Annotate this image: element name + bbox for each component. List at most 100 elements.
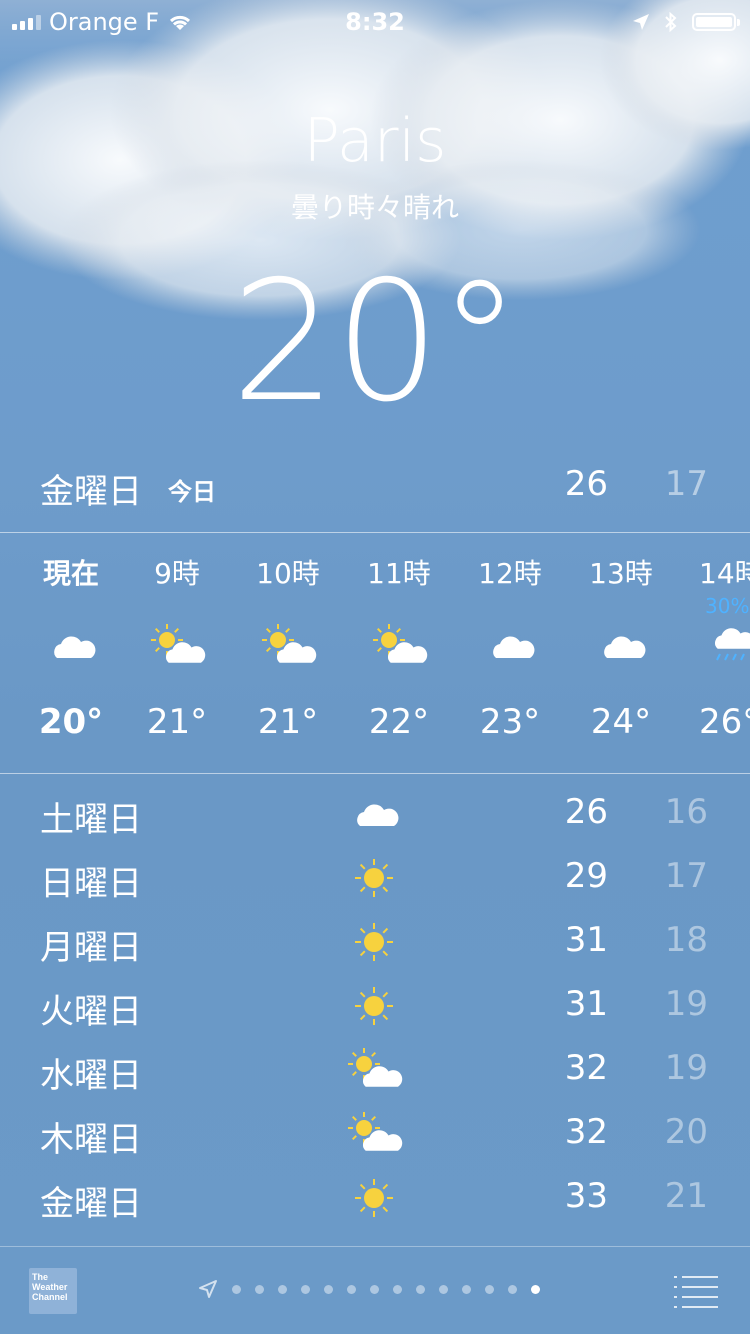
hour-item: 13時 24° [566,536,676,772]
sun-icon [344,1174,404,1222]
day-name: 火曜日 [40,992,142,1032]
day-row: 木曜日 32 20 [0,1102,750,1166]
city-name: Paris [303,106,447,176]
today-tag: 今日 [168,478,216,506]
sun-icon [344,854,404,902]
day-low: 19 [664,1048,708,1088]
cloud-icon [591,622,651,672]
page-dot[interactable] [278,1284,287,1294]
day-row: 日曜日 29 17 [0,846,750,910]
hour-item: 11時 22° [344,536,454,772]
day-row: 火曜日 31 19 [0,974,750,1038]
city-list-icon[interactable] [674,1273,720,1309]
hour-temp: 21° [146,702,208,742]
today-day: 金曜日 [40,472,142,512]
partly-sunny-icon [344,1046,404,1094]
battery-icon [692,13,740,31]
hour-item: 14時 30% 26° [677,536,750,772]
page-dot[interactable] [255,1284,264,1294]
day-row: 月曜日 31 18 [0,910,750,974]
page-dot[interactable] [324,1284,333,1294]
page-dot[interactable] [439,1284,448,1294]
page-dot[interactable] [416,1284,425,1294]
day-high: 29 [564,856,608,896]
page-dot[interactable] [301,1284,310,1294]
bluetooth-icon [665,11,677,33]
cloud-icon [480,622,540,672]
page-dot[interactable] [462,1284,471,1294]
status-right [632,0,740,44]
day-row: 水曜日 32 19 [0,1038,750,1102]
hour-temp: 24° [590,702,652,742]
day-high: 32 [564,1048,608,1088]
hour-item: 12時 23° [455,536,565,772]
current-temperature: 20° [230,246,521,439]
hour-label: 12時 [478,557,542,590]
hour-item: 10時 21° [233,536,343,772]
hour-temp: 20° [38,702,104,742]
day-name: 金曜日 [40,1184,142,1224]
rain-icon [702,622,750,672]
hourly-forecast[interactable]: 現在 20° 9時 21° 10時 21° 11時 22° 12時 23° 13… [0,536,750,772]
divider-bottom [0,773,750,774]
hour-precip: 30% [705,594,750,618]
page-dot[interactable] [485,1284,494,1294]
page-dot[interactable] [508,1284,517,1294]
hour-temp: 22° [368,702,430,742]
hour-item: 9時 21° [122,536,232,772]
day-low: 21 [664,1176,708,1216]
day-name: 水曜日 [40,1056,142,1096]
weather-channel-logo[interactable]: The Weather Channel [29,1268,77,1314]
day-high: 33 [564,1176,608,1216]
day-low: 18 [664,920,708,960]
sun-icon [344,982,404,1030]
day-row-partial [0,1230,750,1246]
page-dot[interactable] [232,1284,241,1294]
bottom-bar: The Weather Channel [0,1247,750,1334]
condition-text: 曇り時々晴れ [290,191,459,224]
day-high: 31 [564,920,608,960]
hour-temp: 26° [699,702,750,742]
page-dot[interactable] [347,1284,356,1294]
page-indicator[interactable] [198,1275,540,1303]
day-name: 月曜日 [40,928,142,968]
day-name: 日曜日 [40,864,142,904]
cloud-icon [41,622,101,672]
day-low: 20 [664,1112,708,1152]
partly-sunny-icon [258,622,318,672]
day-high: 32 [564,1112,608,1152]
partly-sunny-icon [147,622,207,672]
partly-sunny-icon [369,622,429,672]
hour-temp: 21° [257,702,319,742]
hour-label: 10時 [256,557,320,590]
day-low: 17 [664,856,708,896]
hour-label: 現在 [42,557,99,590]
partial-icon [344,1238,404,1246]
location-arrow-icon [633,14,649,30]
divider-top [0,532,750,533]
today-summary: 金曜日 今日 26 17 [0,458,750,518]
cloud-icon [344,790,404,838]
hour-label: 9時 [154,557,200,590]
hour-label: 13時 [589,557,653,590]
day-high: 31 [564,984,608,1024]
partly-sunny-icon [344,1110,404,1158]
hour-item: 現在 20° [16,536,126,772]
sun-icon [344,918,404,966]
hour-label: 11時 [367,557,431,590]
day-name: 木曜日 [40,1120,142,1160]
today-high: 26 [564,464,608,504]
day-row: 土曜日 26 16 [0,782,750,846]
day-low: 19 [664,984,708,1024]
day-low: 16 [664,792,708,832]
page-dot[interactable] [370,1284,379,1294]
day-row: 金曜日 33 21 [0,1166,750,1230]
page-dot[interactable] [393,1284,402,1294]
page-dots [232,1284,540,1294]
page-dot-active[interactable] [531,1284,540,1294]
day-high: 26 [564,792,608,832]
location-arrow-icon [199,1280,217,1298]
day-name: 土曜日 [40,800,142,840]
today-low: 17 [664,464,708,504]
daily-forecast[interactable]: 土曜日 26 16 日曜日 29 17 月曜日 31 18 火曜日 31 19 … [0,782,750,1246]
